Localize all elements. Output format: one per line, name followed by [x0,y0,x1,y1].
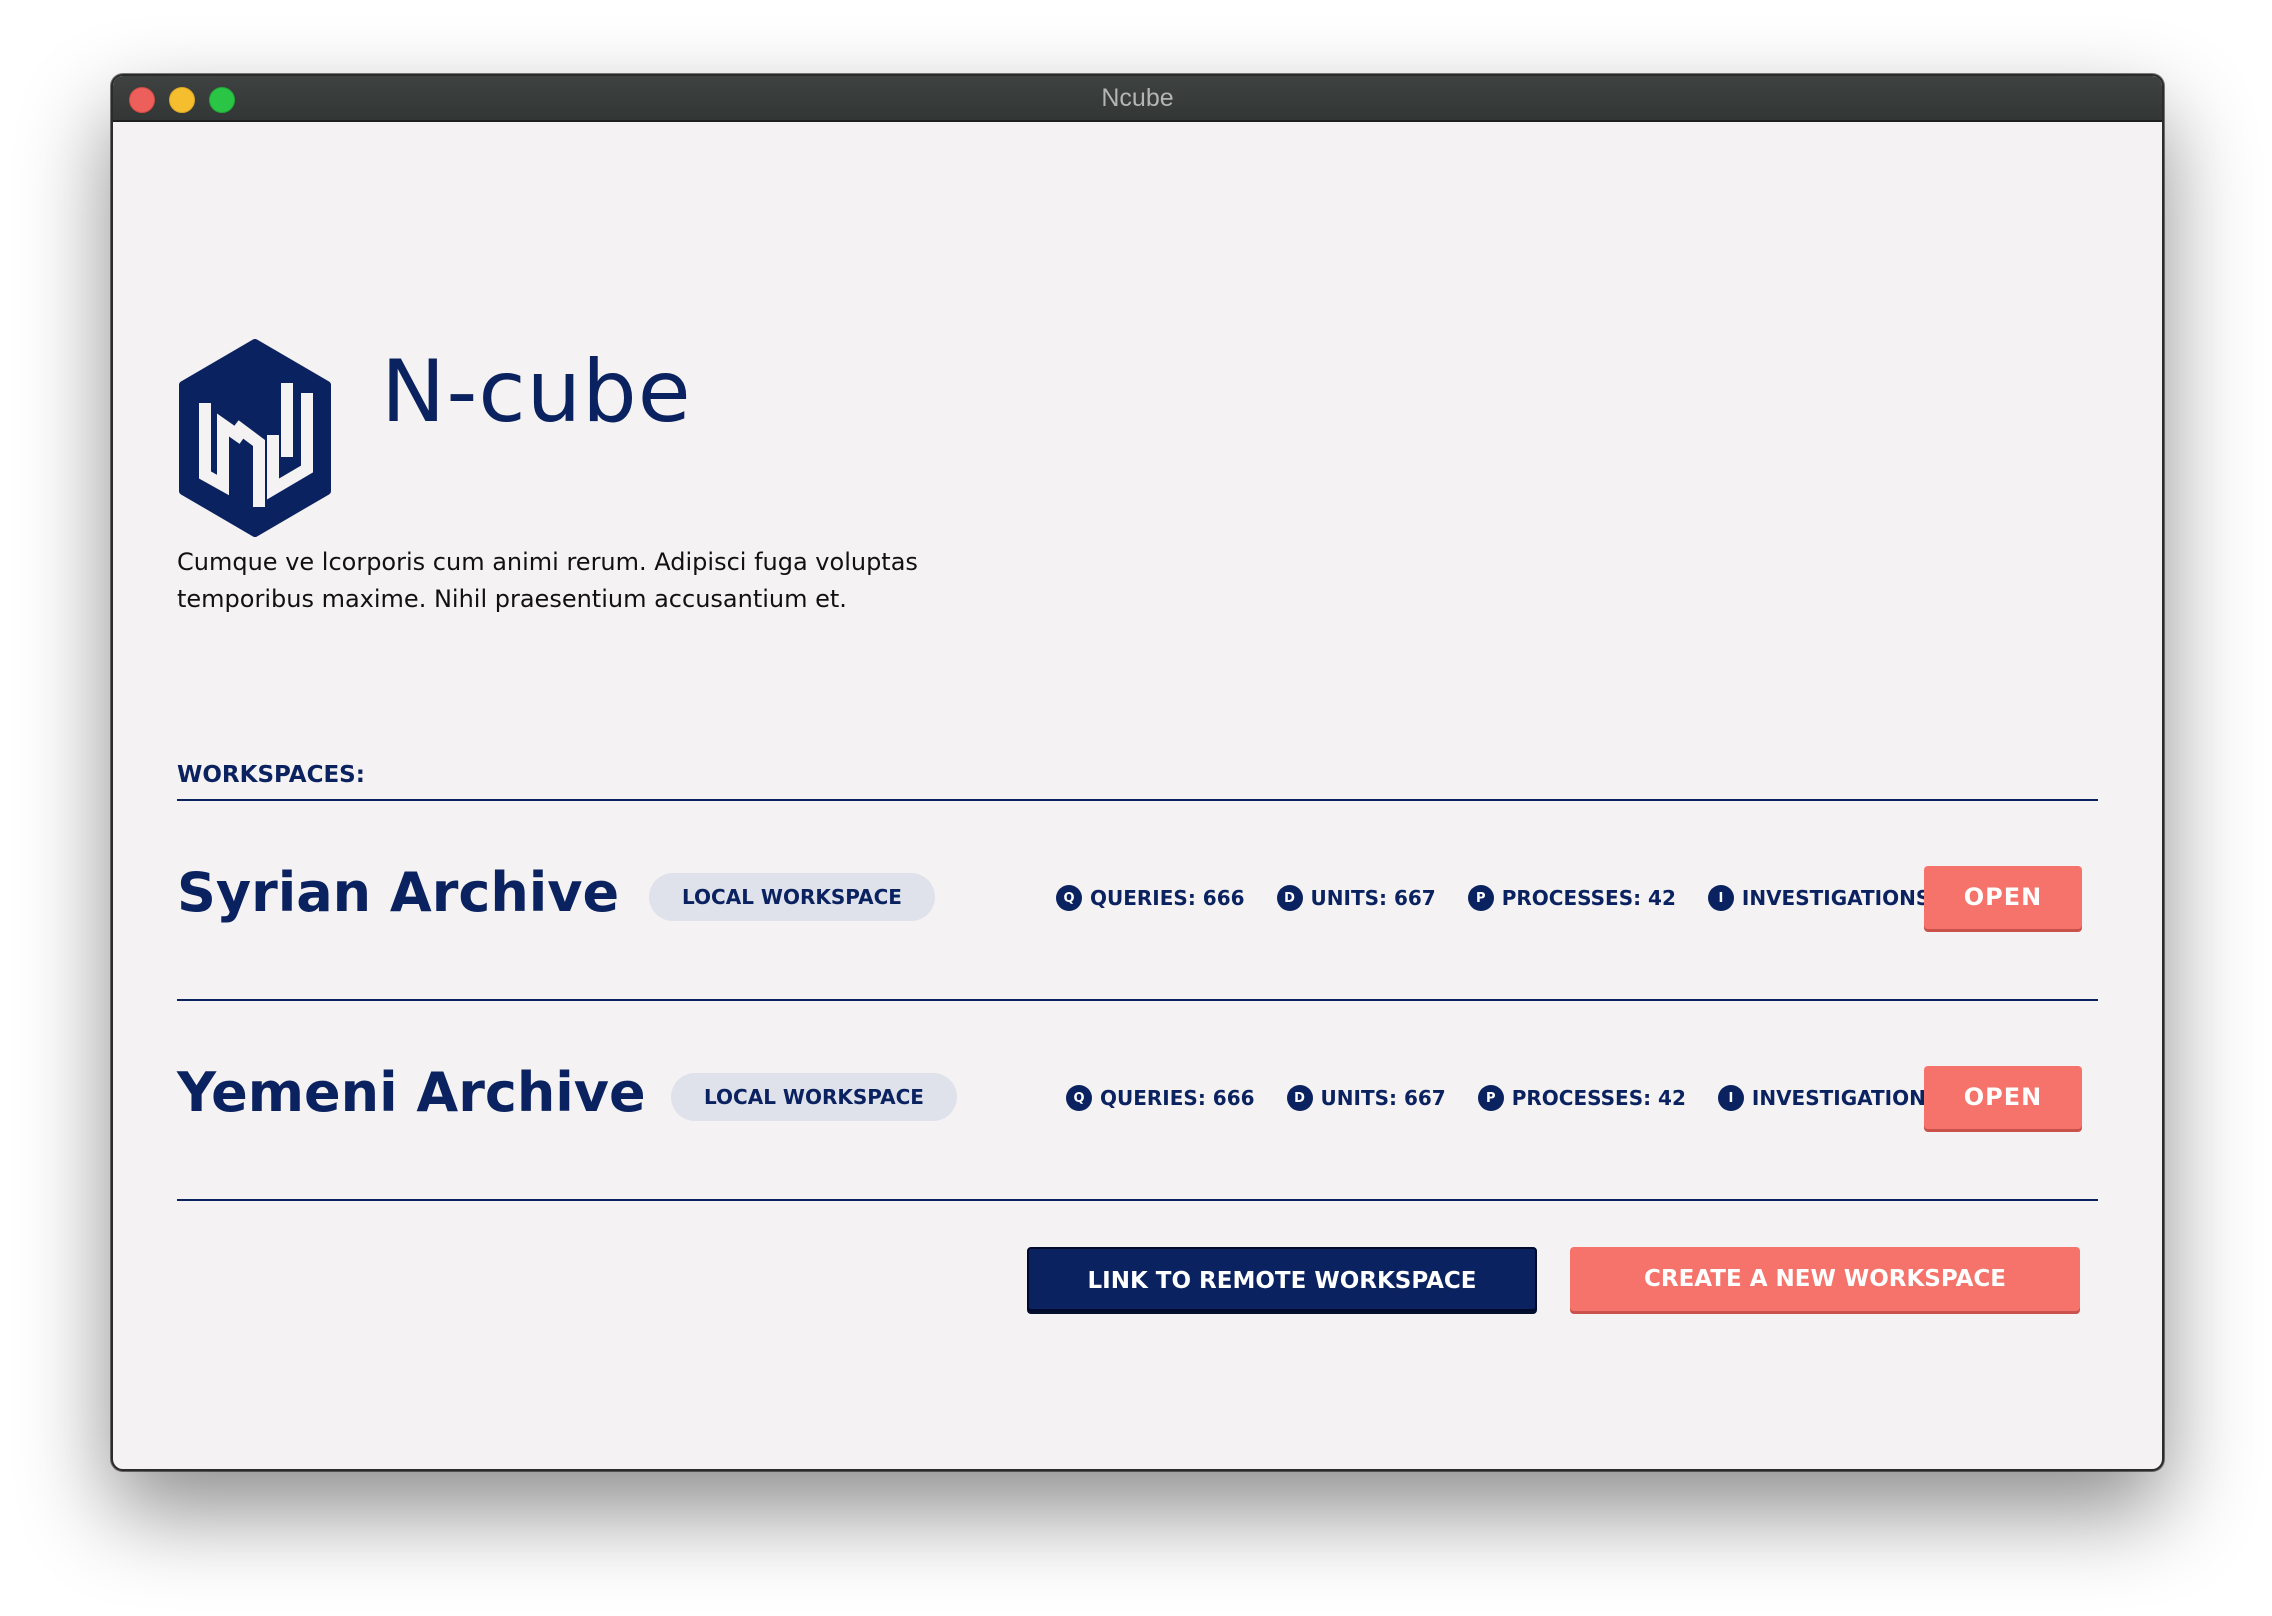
queries-stat: Q QUERIES: 666 [1066,1085,1255,1111]
units-icon: D [1286,1085,1313,1111]
workspace-stats: Q QUERIES: 666 D UNITS: 667 P PROCESSES:… [1066,1083,2015,1113]
window-title: Ncube [1101,84,1174,112]
units-icon: D [1276,885,1303,911]
workspace-type-badge: LOCAL WORKSPACE [649,873,935,921]
workspace-name: Syrian Archive [177,861,620,924]
processes-stat: P PROCESSES: 42 [1467,885,1676,911]
ncube-logo-icon [179,339,331,537]
workspace-stats: Q QUERIES: 666 D UNITS: 667 P PROCESSES:… [1056,883,2005,913]
queries-count: QUERIES: 666 [1100,1086,1255,1110]
queries-count: QUERIES: 666 [1090,886,1245,910]
workspace-row: Yemeni Archive LOCAL WORKSPACE Q QUERIES… [177,1001,2098,1197]
open-workspace-button[interactable]: OPEN [1924,1066,2082,1129]
brand-title: N-cube [381,342,692,442]
workspace-type-badge: LOCAL WORKSPACE [671,1073,957,1121]
processes-stat: P PROCESSES: 42 [1477,1085,1686,1111]
units-stat: D UNITS: 667 [1286,1085,1446,1111]
workspace-name: Yemeni Archive [177,1061,646,1124]
queries-icon: Q [1066,1085,1092,1111]
queries-stat: Q QUERIES: 666 [1056,885,1245,911]
open-workspace-button[interactable]: OPEN [1924,866,2082,929]
units-count: UNITS: 667 [1320,1086,1446,1110]
workspace-row: Syrian Archive LOCAL WORKSPACE Q QUERIES… [177,801,2098,997]
main-content: N-cube Cumque ve lcorporis cum animi rer… [113,122,2162,1469]
units-count: UNITS: 667 [1310,886,1436,910]
processes-count: PROCESSES: 42 [1501,886,1676,910]
create-workspace-button[interactable]: CREATE A NEW WORKSPACE [1570,1247,2080,1311]
units-stat: D UNITS: 667 [1276,885,1436,911]
title-bar: Ncube [113,76,2162,122]
processes-count: PROCESSES: 42 [1511,1086,1686,1110]
processes-icon: P [1477,1085,1504,1111]
investigations-icon: I [1707,885,1734,911]
app-window: Ncube N-cube Cumque ve lcorporis cum ani… [111,74,2164,1471]
link-remote-workspace-button[interactable]: LINK TO REMOTE WORKSPACE [1027,1247,1537,1311]
divider [177,1199,2098,1201]
workspaces-heading: WORKSPACES: [177,762,365,788]
queries-icon: Q [1056,885,1082,911]
investigations-icon: I [1717,1085,1744,1111]
app-description: Cumque ve lcorporis cum animi rerum. Adi… [177,548,918,613]
processes-icon: P [1467,885,1494,911]
